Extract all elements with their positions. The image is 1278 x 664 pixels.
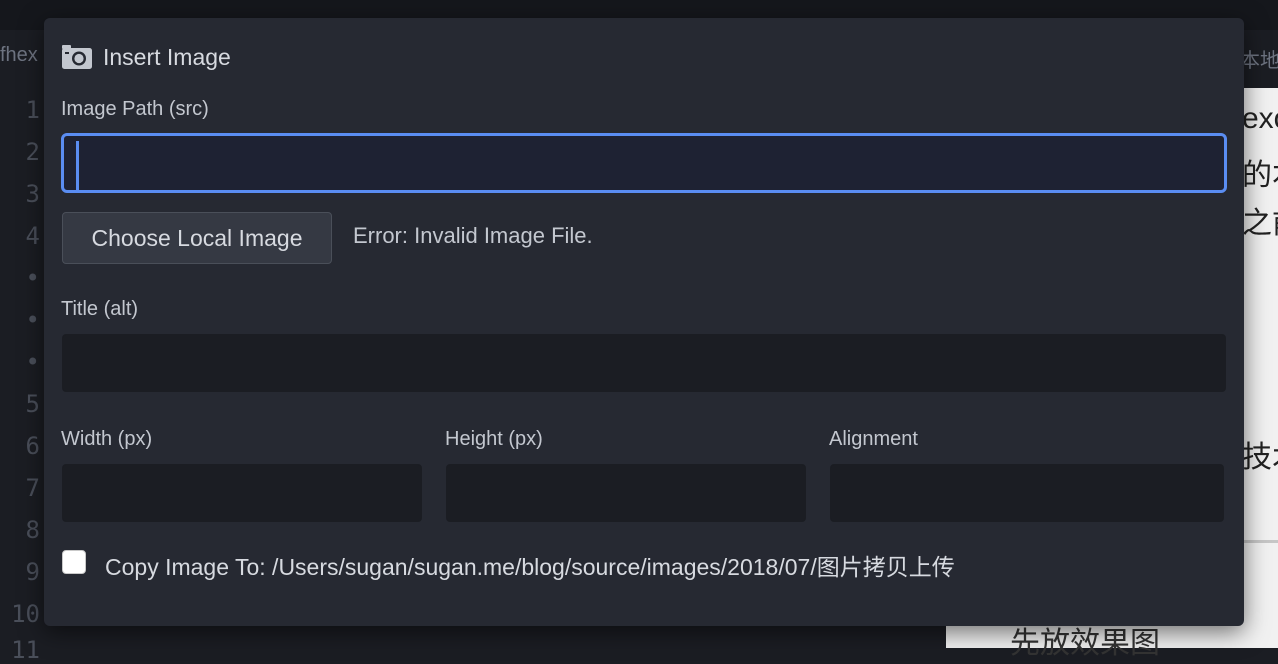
line-number: 7 — [25, 474, 40, 502]
line-number: 6 — [25, 432, 40, 460]
width-input[interactable] — [62, 464, 422, 522]
text-caret — [76, 141, 79, 193]
image-path-label: Image Path (src) — [61, 98, 209, 120]
editor-tab-right[interactable]: 本地 — [1240, 44, 1278, 73]
dialog-title: Insert Image — [103, 43, 231, 70]
dialog-header: Insert Image — [61, 40, 231, 74]
line-number: 11 — [11, 636, 40, 664]
copy-image-label[interactable]: Copy Image To: /Users/sugan/sugan.me/blo… — [105, 548, 955, 582]
line-number-gutter: 1 2 3 4 • • • 5 6 7 8 9 10 11 — [0, 88, 44, 664]
line-number: 2 — [25, 138, 40, 166]
line-number: 8 — [25, 516, 40, 544]
preview-text: exo — [1242, 102, 1278, 135]
line-number: 9 — [25, 558, 40, 586]
preview-text: 的本 — [1242, 159, 1278, 192]
alignment-label: Alignment — [829, 428, 918, 450]
line-number: • — [25, 306, 40, 334]
height-input[interactable] — [446, 464, 806, 522]
camera-icon — [62, 45, 92, 69]
line-number: 4 — [25, 222, 40, 250]
title-alt-input[interactable] — [62, 334, 1226, 392]
choose-local-image-button[interactable]: Choose Local Image — [62, 212, 332, 264]
line-number: 10 — [11, 600, 40, 628]
height-label: Height (px) — [445, 428, 543, 450]
alignment-input[interactable] — [830, 464, 1224, 522]
image-path-input[interactable] — [61, 133, 1227, 193]
insert-image-dialog: Insert Image Image Path (src) Choose Loc… — [44, 18, 1244, 626]
line-number: 5 — [25, 390, 40, 418]
line-number: • — [25, 348, 40, 376]
width-label: Width (px) — [61, 428, 153, 450]
preview-text: 之前 — [1242, 207, 1278, 240]
preview-text: 技术 — [1242, 441, 1278, 474]
editor-tab-left[interactable]: fhex — [0, 44, 38, 67]
title-alt-label: Title (alt) — [61, 298, 139, 320]
error-message: Error: Invalid Image File. — [353, 223, 593, 248]
copy-image-checkbox[interactable] — [62, 550, 86, 574]
line-number: • — [25, 264, 40, 292]
line-number: 3 — [25, 180, 40, 208]
line-number: 1 — [25, 96, 40, 124]
